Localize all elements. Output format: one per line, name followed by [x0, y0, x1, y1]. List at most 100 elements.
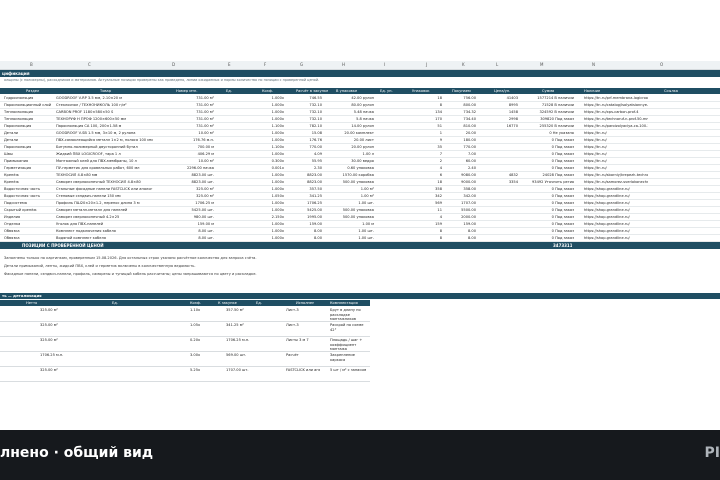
table-cell[interactable]: 980.00 шт. [172, 214, 214, 220]
table-cell[interactable]: Водосточная часть [4, 186, 54, 192]
table-cell[interactable]: https://shop.grandline.ru/ [584, 200, 648, 206]
table-cell[interactable]: 20.00 [452, 130, 476, 136]
table-cell[interactable]: https://shop.grandline.ru/ [584, 193, 648, 199]
table-cell[interactable]: 20.00 комплект [332, 130, 374, 136]
table-cell[interactable]: 770.00 [294, 144, 322, 150]
table-cell[interactable]: 500.00 упаковка [332, 214, 374, 220]
table-cell[interactable]: 1.00 м [332, 221, 374, 227]
table-cell[interactable]: 2.40 [452, 165, 476, 171]
table-cell[interactable]: 30.00 ведро [332, 158, 374, 164]
table-cell[interactable]: 2000.00 [452, 214, 476, 220]
detail-cell[interactable]: 325.00 м² [40, 368, 102, 373]
table-cell[interactable]: Водяной комплект кабеля [56, 235, 166, 241]
detail-row[interactable]: 325.00 м² 1.05x 341.25 м² Лист-3 Раскрой по … [0, 322, 370, 337]
table-cell[interactable]: 1.00 м² [332, 193, 374, 199]
table-cell[interactable]: 500.00 упаковка [332, 179, 374, 185]
detail-cell[interactable]: 5 шт / м² с запасом [330, 368, 370, 373]
table-cell[interactable]: 734.32 [452, 109, 476, 115]
detail-cell[interactable]: Лист-3 [286, 308, 320, 313]
table-cell[interactable]: https://tn.ru/ [584, 151, 648, 157]
table-cell[interactable]: 1.000x [262, 179, 284, 185]
table-cell[interactable]: 731.00 м² [172, 102, 214, 108]
table-cell[interactable]: https://tn.ru/samorez-sverlokonechniy-te… [584, 179, 648, 185]
table-cell[interactable]: 42.00 рулон [332, 95, 374, 101]
table-cell[interactable]: 255320 В наличии [532, 123, 574, 129]
table-cell[interactable]: 342 [414, 193, 442, 199]
table-cell[interactable]: 2.30 [294, 165, 322, 171]
table-cell[interactable]: 0 Под заказ [532, 228, 574, 234]
table-cell[interactable]: 1706.25 м [172, 200, 214, 206]
table-cell[interactable]: 732.10 [294, 102, 322, 108]
table-cell[interactable]: 731.00 м² [172, 95, 214, 101]
table-cell[interactable]: https://tn.ru/paroizolyaciya-ca-100-1.58… [584, 123, 648, 129]
column-letter[interactable]: J [426, 61, 427, 69]
table-cell[interactable]: 5500.00 [452, 207, 476, 213]
table-cell[interactable]: 8 [414, 228, 442, 234]
table-cell[interactable]: 1.000x [262, 109, 284, 115]
table-cell[interactable]: 1.000x [262, 186, 284, 192]
table-cell[interactable]: 1995.00 [294, 214, 322, 220]
detail-cell[interactable]: 341.25 м² [226, 323, 278, 328]
table-cell[interactable]: 24028 Под заказ [532, 172, 575, 178]
table-cell[interactable]: 159.00 [452, 221, 476, 227]
table-cell[interactable]: 8.00 шт. [172, 235, 214, 241]
table-cell[interactable]: 7.00 [452, 151, 476, 157]
table-cell[interactable]: 159.00 [294, 221, 322, 227]
table-cell[interactable]: GOODROOF V-RP 3.5 мм, 2.10×20 м [56, 95, 166, 101]
detail-cell[interactable]: 325.00 м² [40, 338, 102, 343]
detail-cell[interactable]: 569.00 шт. [226, 353, 278, 358]
column-letter[interactable]: F [264, 61, 266, 69]
table-cell[interactable]: 5.48 пачка [332, 109, 374, 115]
table-row[interactable]: Гидроизоляция GOODROOF V-RP 3.5 мм, 2.10×… [0, 95, 720, 102]
table-row[interactable]: Подсистема Профиль ПШ20×20×1.2, перенос д… [0, 200, 720, 207]
table-cell[interactable]: Герметизация [4, 165, 54, 171]
table-cell[interactable]: Обвязка [4, 228, 54, 234]
table-cell[interactable]: 4832 [494, 172, 518, 178]
table-cell[interactable]: https://shop.grandline.ru/ [584, 186, 648, 192]
table-cell[interactable]: 159 [414, 221, 442, 227]
table-cell[interactable]: 8823.00 шт. [172, 179, 214, 185]
column-letter[interactable]: K [462, 61, 465, 69]
table-row[interactable]: Изделия Саморез сверлоконечный 4.2×25 980.… [0, 214, 720, 221]
table-cell[interactable]: https://shop.grandline.ru/ [584, 221, 648, 227]
table-cell[interactable]: https://shop.grandline.ru/ [584, 214, 648, 220]
table-cell[interactable]: 2.150x [262, 214, 284, 220]
table-cell[interactable]: 1.000x [262, 102, 284, 108]
table-cell[interactable]: 8.00 [452, 228, 476, 234]
table-cell[interactable]: 9000.00 [452, 179, 476, 185]
table-cell[interactable]: Уголок для ПВХ-панелей [56, 221, 166, 227]
table-cell[interactable]: 731.00 м² [172, 123, 214, 129]
table-cell[interactable]: 406.29 м [172, 151, 214, 157]
table-cell[interactable]: 35 [414, 144, 442, 150]
table-row[interactable]: Крепёж ТЕХНОСИЛ 4.8×80 мм 8823.00 шт. 1.000… [0, 172, 720, 179]
table-cell[interactable]: Саморез металл-металл для панелей [56, 207, 166, 213]
table-cell[interactable]: https://tn.ru/ [584, 144, 648, 150]
table-cell[interactable]: 8823.00 [294, 172, 322, 178]
detail-cell[interactable]: 1.10x [190, 308, 214, 313]
table-cell[interactable]: 342.00 [452, 193, 476, 199]
table-cell[interactable]: ТЕХНОСИЛ 4.8×80 мм [56, 172, 166, 178]
table-cell[interactable]: 10.00 м² [172, 158, 214, 164]
table-cell[interactable]: 3354 [494, 179, 518, 185]
table-cell[interactable]: 159.00 м [172, 221, 214, 227]
table-cell[interactable]: Пароизоляция [4, 144, 54, 150]
table-cell[interactable]: 1.00 шт. [332, 200, 374, 206]
table-cell[interactable]: 0.001x [262, 165, 284, 171]
table-cell[interactable]: 1.000x [262, 151, 284, 157]
table-row[interactable]: Швы Жидкий ПВХ LOGICROOF, тара 1 л 406.29 … [0, 151, 720, 158]
table-cell[interactable]: 1.00 шт. [332, 235, 374, 241]
table-cell[interactable]: 0 Под заказ [532, 207, 574, 213]
table-cell[interactable]: 1.100x [262, 144, 284, 150]
table-cell[interactable]: 1.00 м² [332, 186, 374, 192]
table-cell[interactable]: 8995 [494, 102, 518, 108]
table-cell[interactable]: Швы [4, 151, 54, 157]
detail-cell[interactable]: Листы 3 м 7 [286, 338, 320, 343]
table-cell[interactable]: ПВХ-самоклеящийся металл 1×2 м, полоса 1… [56, 137, 166, 143]
table-cell[interactable]: 51 [414, 123, 442, 129]
table-cell[interactable]: 8823.00 шт. [172, 172, 214, 178]
table-cell[interactable]: 170 [414, 116, 442, 122]
detail-row[interactable]: 325.00 м² 0.20x 1706.25 м.п. Листы 3 м 7 Пло… [0, 337, 370, 352]
table-cell[interactable]: 8 [414, 235, 442, 241]
table-cell[interactable]: https://shop.grandline.ru/ [584, 228, 648, 234]
table-row[interactable]: Обвязка Комплект подключения кабеля 8.00 ш… [0, 228, 720, 235]
